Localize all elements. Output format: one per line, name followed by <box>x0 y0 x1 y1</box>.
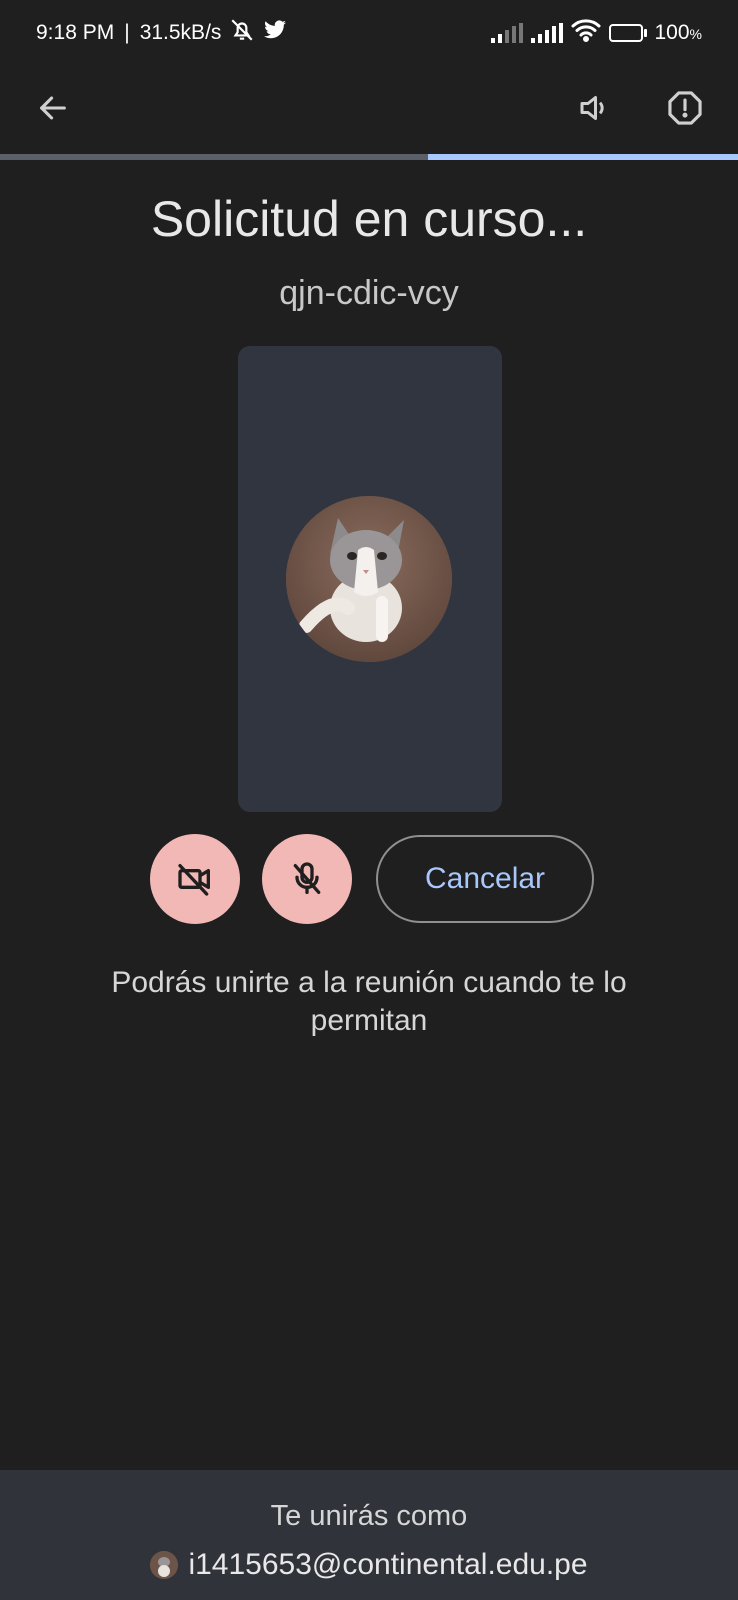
account-avatar <box>150 1551 179 1579</box>
mic-off-icon <box>293 862 321 894</box>
status-separator: | <box>124 21 130 44</box>
wifi-icon <box>571 18 601 48</box>
status-right: ϟ 100% <box>490 18 703 48</box>
account-row: i1415653@continental.edu.pe <box>0 1548 738 1582</box>
back-arrow-icon <box>40 96 66 120</box>
camera-off-icon <box>178 864 210 896</box>
pre-join-controls: Cancelar <box>0 834 738 926</box>
status-time: 9:18 PM <box>36 21 115 44</box>
speaker-icon <box>580 96 604 120</box>
self-preview-tile <box>238 346 502 812</box>
camera-toggle-button[interactable] <box>150 834 240 924</box>
signal-icon <box>490 23 523 43</box>
cancel-button[interactable]: Cancelar <box>376 835 594 923</box>
page-title: Solicitud en curso... <box>150 191 588 247</box>
status-left: 9:18 PM | 31.5kB/s <box>36 17 287 49</box>
top-app-bar <box>0 66 738 152</box>
account-footer: Te unirás como i1415653@continental.edu.… <box>0 1470 738 1600</box>
status-bar: 9:18 PM | 31.5kB/s ϟ 100% <box>0 0 738 66</box>
join-progress-bar <box>0 154 738 160</box>
signal-icon-2 <box>530 23 563 43</box>
alarm-off-icon <box>229 17 255 49</box>
microphone-toggle-button[interactable] <box>262 834 352 924</box>
account-email: i1415653@continental.edu.pe <box>188 1548 588 1581</box>
status-network-speed: 31.5kB/s <box>139 21 222 44</box>
report-icon <box>668 91 702 125</box>
audio-output-button[interactable] <box>566 80 622 136</box>
back-button[interactable] <box>25 80 81 136</box>
avatar <box>286 496 452 662</box>
battery-icon: ϟ <box>608 23 647 43</box>
join-as-label: Te unirás como <box>270 1500 468 1532</box>
progress-fill <box>428 154 738 160</box>
battery-level: 100% <box>654 21 703 44</box>
report-button[interactable] <box>657 80 713 136</box>
meeting-code: qjn-cdic-vcy <box>279 274 459 312</box>
twitter-icon <box>263 19 287 47</box>
waiting-message: Podrás unirte a la reunión cuando te lo … <box>111 966 627 1037</box>
